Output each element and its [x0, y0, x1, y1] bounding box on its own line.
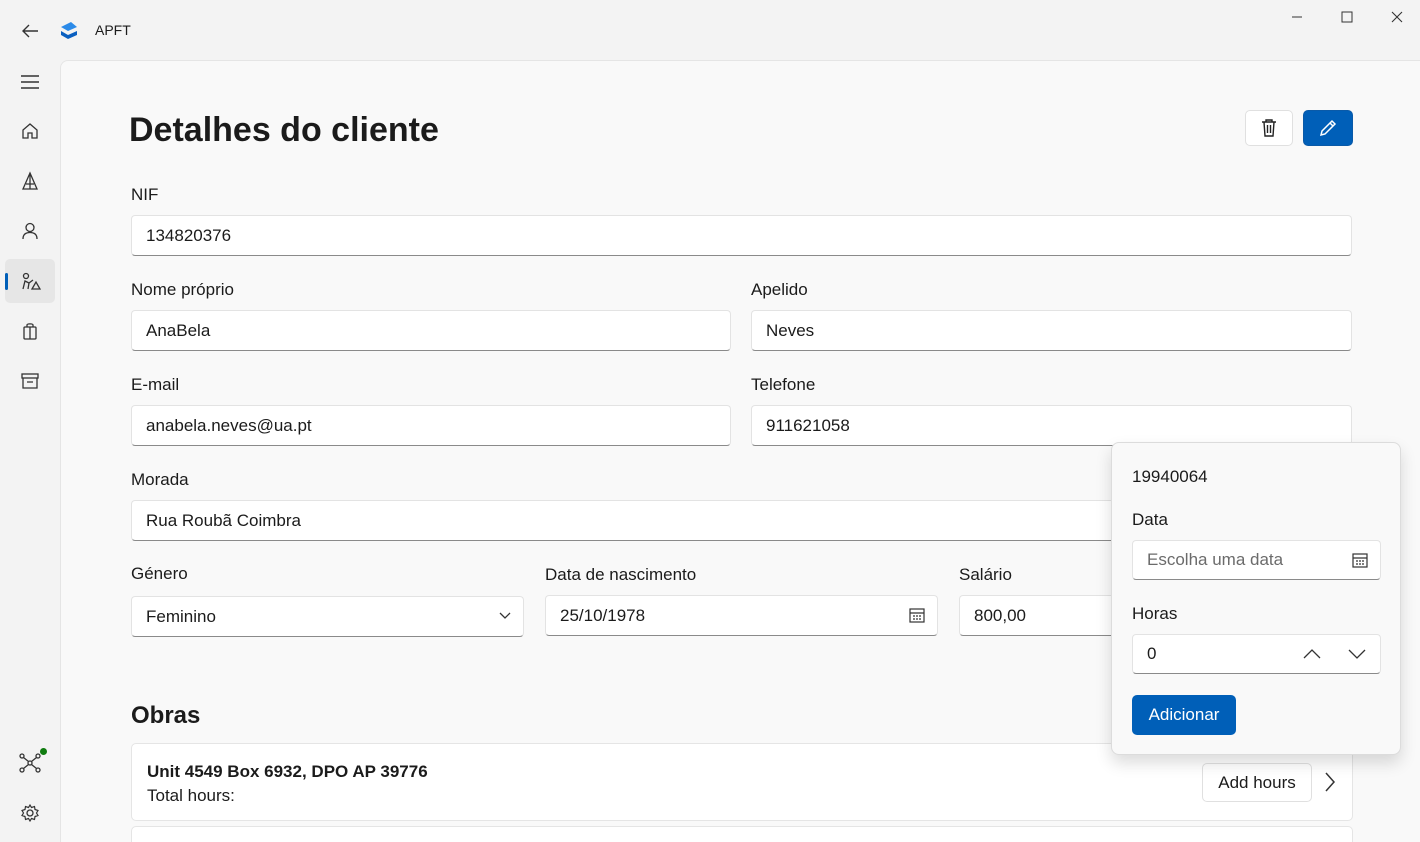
email-label: E-mail [131, 375, 180, 394]
app-title: APFT [95, 22, 131, 38]
nav-item-archive[interactable] [5, 359, 55, 403]
selection-indicator [5, 273, 8, 290]
nav-item-shopping[interactable] [5, 309, 55, 353]
nif-label: NIF [131, 185, 159, 204]
navigation-rail [0, 60, 60, 842]
calendar-icon [909, 608, 925, 623]
date-picker[interactable]: Escolha uma data [1132, 540, 1381, 580]
maximize-icon [1341, 11, 1353, 23]
works-section-title: Obras [131, 702, 201, 729]
gender-select-value: Feminino [146, 606, 216, 626]
phone-field[interactable]: 911621058 [751, 405, 1352, 446]
app-logo-icon [58, 19, 80, 41]
pyramid-icon [22, 171, 38, 190]
nav-item-settings[interactable] [5, 791, 55, 835]
connection-status-dot [40, 748, 47, 755]
pencil-icon [1319, 119, 1337, 137]
back-button[interactable] [14, 16, 46, 46]
email-field[interactable]: anabela.neves@ua.pt [131, 405, 731, 446]
gender-label: Género [131, 564, 188, 583]
nav-item-person[interactable] [5, 209, 55, 253]
work-address: Unit 4549 Box 6932, DPO AP 39776 [147, 762, 428, 781]
gear-icon [21, 803, 39, 823]
chevron-up-icon [1303, 649, 1321, 659]
nav-item-workers[interactable] [5, 259, 55, 303]
home-icon [22, 123, 38, 139]
minimize-button[interactable] [1272, 0, 1322, 34]
chevron-down-icon [1348, 649, 1366, 659]
last-name-label: Apelido [751, 280, 808, 299]
first-name-label: Nome próprio [131, 280, 234, 299]
gender-select[interactable]: Feminino [131, 596, 524, 637]
person-icon [22, 222, 38, 240]
back-arrow-icon [22, 24, 38, 38]
calendar-icon [1352, 553, 1368, 568]
date-placeholder: Escolha uma data [1147, 550, 1284, 569]
workers-icon [22, 272, 41, 290]
add-hours-button[interactable]: Add hours [1202, 763, 1312, 802]
menu-toggle-button[interactable] [5, 60, 55, 104]
maximize-button[interactable] [1322, 0, 1372, 34]
phone-label: Telefone [751, 375, 816, 394]
address-label: Morada [131, 470, 189, 489]
page-title: Detalhes do cliente [129, 111, 439, 149]
nif-field[interactable]: 134820376 [131, 215, 1352, 256]
nav-item-home[interactable] [5, 109, 55, 153]
chevron-right-icon[interactable] [1324, 771, 1336, 793]
hours-number-box[interactable]: 0 [1132, 634, 1381, 674]
birthdate-label: Data de nascimento [545, 565, 697, 584]
salary-label: Salário [959, 565, 1012, 584]
chevron-down-icon [499, 612, 511, 619]
hours-label: Horas [1132, 604, 1178, 623]
birthdate-picker[interactable]: 25/10/1978 [545, 595, 938, 636]
minimize-icon [1292, 16, 1302, 18]
hours-value: 0 [1147, 644, 1157, 663]
nav-item-pyramid[interactable] [5, 159, 55, 203]
close-icon [1391, 11, 1403, 23]
delete-button[interactable] [1245, 110, 1293, 146]
menu-icon [21, 75, 39, 89]
add-hours-flyout: 19940064 Data Escolha uma data Horas 0 A… [1111, 442, 1401, 755]
decrement-button[interactable] [1344, 644, 1370, 664]
edit-button[interactable] [1303, 110, 1353, 146]
title-bar: APFT [0, 0, 1420, 60]
network-icon [19, 753, 41, 773]
work-list-item[interactable] [131, 826, 1353, 842]
birthdate-value: 25/10/1978 [560, 605, 646, 625]
work-total-hours: Total hours: [147, 786, 235, 805]
archive-icon [21, 373, 39, 389]
trash-icon [1262, 119, 1276, 137]
increment-button[interactable] [1299, 644, 1325, 664]
add-button[interactable]: Adicionar [1132, 695, 1236, 735]
flyout-id: 19940064 [1132, 467, 1208, 486]
date-label: Data [1132, 510, 1168, 529]
shopping-bag-icon [23, 323, 37, 340]
nav-item-network[interactable] [5, 741, 55, 785]
first-name-field[interactable]: AnaBela [131, 310, 731, 351]
close-button[interactable] [1372, 0, 1420, 34]
last-name-field[interactable]: Neves [751, 310, 1352, 351]
